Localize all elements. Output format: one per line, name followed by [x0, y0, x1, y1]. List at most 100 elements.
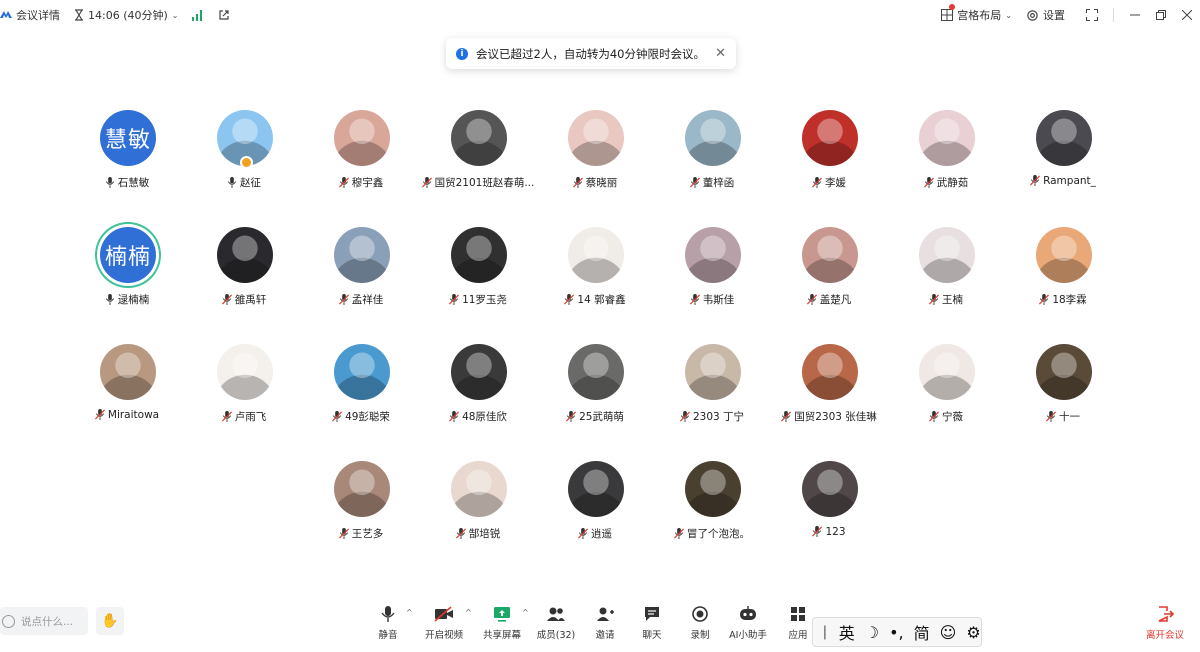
participant-tile[interactable]: 国贸2303 张佳琳 [774, 344, 884, 434]
share-options-caret[interactable]: ^ [522, 608, 529, 617]
members-label: 成员(32) [536, 630, 576, 641]
ime-script-toggle[interactable]: 简 [914, 620, 930, 644]
minimize-button[interactable] [1122, 0, 1148, 30]
participant-tile[interactable]: 慧敏 石慧敏 [72, 110, 182, 200]
participant-avatar [334, 461, 390, 517]
chat-button[interactable]: 聊天 [626, 605, 678, 645]
mic-icon [105, 177, 114, 188]
participant-tile[interactable]: 李媛 [774, 110, 884, 200]
participant-tile[interactable]: 逍遥 [540, 461, 650, 551]
ime-settings-icon[interactable]: ⚙ [966, 623, 980, 642]
ime-handle-icon[interactable]: ❘ [819, 624, 831, 640]
participant-name: 石慧敏 [117, 177, 150, 189]
record-button[interactable]: 录制 [674, 605, 726, 645]
members-button[interactable]: 成员(32) [530, 605, 582, 645]
participant-tile[interactable]: 孟祥佳 [306, 227, 416, 317]
participant-tile[interactable]: 2303 丁宁 [657, 344, 767, 434]
participant-tile[interactable]: 冒了个泡泡。 [657, 461, 767, 551]
participant-tile[interactable]: 25武萌萌 [540, 344, 650, 434]
settings-button[interactable]: 设置 [1026, 7, 1065, 23]
participant-tile[interactable]: 14 郭睿鑫 [540, 227, 650, 317]
ime-moon-icon[interactable]: ☽ [865, 623, 879, 642]
participant-tile[interactable]: 武静茹 [891, 110, 1001, 200]
restore-button[interactable] [1148, 0, 1174, 30]
participant-tile[interactable]: 49彭聪荣 [306, 344, 416, 434]
raise-hand-button[interactable]: ✋ [96, 607, 124, 635]
fullscreen-button[interactable] [1079, 0, 1105, 30]
participant-avatar [1036, 227, 1092, 283]
participant-tile[interactable]: 王楠 [891, 227, 1001, 317]
participant-tile[interactable]: 楠楠 逯楠楠 [72, 227, 182, 317]
participant-name: 国贸2303 张佳琳 [794, 411, 877, 423]
participant-tile[interactable]: 董梓函 [657, 110, 767, 200]
participant-tile[interactable]: 雒禹轩 [189, 227, 299, 317]
record-icon [692, 606, 708, 622]
participant-tile[interactable]: 十一 [1008, 344, 1118, 434]
mic-muted-icon [221, 294, 232, 305]
ime-punctuation-icon[interactable]: •, [889, 623, 904, 642]
participant-tile[interactable]: 卢雨飞 [189, 344, 299, 434]
ai-assistant-button[interactable]: AI小助手 [722, 605, 774, 645]
participant-tile[interactable]: 郜培锐 [423, 461, 533, 551]
participant-tile[interactable]: 48原佳欣 [423, 344, 533, 434]
participant-tile[interactable]: Rampant_ [1008, 110, 1118, 200]
mic-muted-icon [566, 411, 577, 422]
signal-icon [192, 9, 203, 21]
participant-tile[interactable]: 国贸2101班赵春萌... [421, 110, 534, 200]
participant-tile[interactable]: 韦斯佳 [657, 227, 767, 317]
participant-tile[interactable]: 18李霖 [1008, 227, 1118, 317]
video-options-caret[interactable]: ^ [465, 608, 472, 617]
mute-label: 静音 [378, 630, 398, 641]
participant-tile[interactable]: 蔡晓丽 [540, 110, 650, 200]
host-badge-icon [240, 156, 253, 169]
meeting-time[interactable]: 14:06 (40分钟) ⌄ [74, 7, 178, 23]
chat-quick-input[interactable]: 说点什么... [0, 607, 88, 635]
mic-muted-icon [1046, 411, 1056, 422]
gear-icon [1027, 9, 1038, 21]
participant-avatar [217, 344, 273, 400]
share-link-button[interactable] [218, 9, 230, 21]
toast-close-button[interactable]: ✕ [715, 46, 726, 61]
participant-avatar [802, 461, 858, 517]
mic-muted-icon [572, 177, 583, 188]
mic-muted-icon [338, 177, 349, 188]
mic-muted-icon [929, 411, 939, 422]
participant-avatar [451, 461, 507, 517]
invite-label: 邀请 [595, 630, 615, 641]
signal-strength[interactable] [192, 9, 204, 21]
chat-placeholder: 说点什么... [21, 615, 74, 628]
share-screen-button[interactable]: 共享屏幕 [476, 605, 528, 645]
video-button[interactable]: 开启视频 [418, 605, 470, 645]
participant-avatar [802, 227, 858, 283]
mic-muted-icon [679, 411, 690, 422]
participant-tile[interactable]: 王艺多 [306, 461, 416, 551]
participant-tile[interactable]: 11罗玉尧 [423, 227, 533, 317]
tencent-meeting-logo-icon [0, 11, 12, 18]
meeting-details-button[interactable]: 会议详情 [0, 7, 60, 23]
mute-options-caret[interactable]: ^ [406, 608, 413, 617]
participant-name: 郜培锐 [468, 528, 501, 540]
participant-tile[interactable]: 宁薇 [891, 344, 1001, 434]
participant-tile[interactable]: 盖楚凡 [774, 227, 884, 317]
layout-button[interactable]: 宫格布局 ⌄ [941, 4, 1012, 23]
participant-name-row: Rampant_ [988, 175, 1138, 187]
participant-avatar [1036, 110, 1092, 166]
leave-meeting-button[interactable]: 离开会议 [1140, 605, 1190, 641]
mic-muted-icon [332, 411, 343, 422]
participant-tile[interactable]: Miraitowa [72, 344, 182, 434]
minimize-icon [1130, 14, 1140, 16]
participant-avatar [568, 227, 624, 283]
participant-tile[interactable]: 赵征 [189, 110, 299, 200]
mic-icon [227, 177, 237, 188]
ime-emoji-icon[interactable]: ☺ [940, 623, 957, 642]
mic-muted-icon [812, 526, 823, 537]
ime-language-toggle[interactable]: 英 [839, 620, 855, 644]
fullscreen-icon [1086, 9, 1098, 21]
participant-tile[interactable]: 123 [774, 461, 884, 551]
invite-button[interactable]: 邀请 [579, 605, 631, 645]
participant-name: 十一 [1059, 411, 1080, 423]
participant-tile[interactable]: 穆宇鑫 [306, 110, 416, 200]
participant-name: 宁薇 [942, 411, 963, 423]
close-window-button[interactable] [1174, 0, 1200, 30]
mic-muted-icon [812, 177, 822, 188]
